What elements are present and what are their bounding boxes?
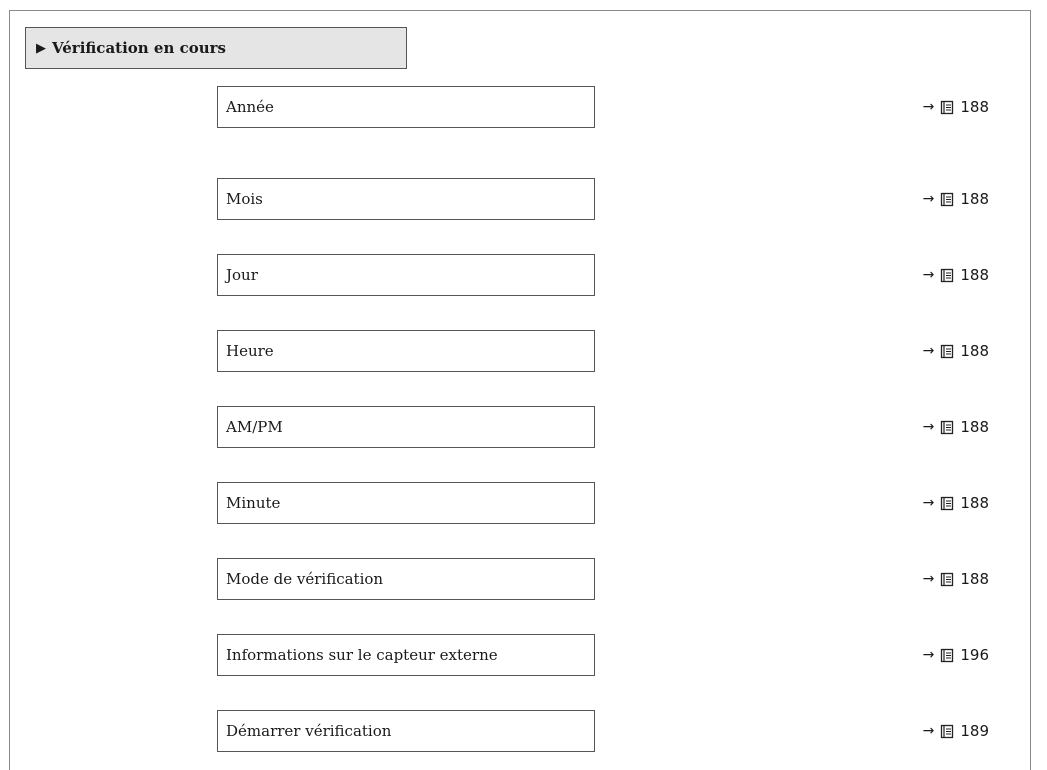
page-reference[interactable]: → 188 xyxy=(923,178,989,220)
book-icon xyxy=(940,648,954,663)
parameter-box[interactable]: AM/PM xyxy=(217,406,595,448)
parameter-box[interactable]: Informations sur le capteur externe xyxy=(217,634,595,676)
page-reference[interactable]: → 188 xyxy=(923,330,989,372)
parameter-row: Jour → 188 xyxy=(217,254,997,296)
page-number: 188 xyxy=(960,570,989,588)
parameter-row: Démarrer vérification → 189 xyxy=(217,710,997,752)
book-icon xyxy=(940,420,954,435)
arrow-icon: → xyxy=(922,571,935,587)
page-number: 189 xyxy=(960,722,989,740)
page-reference[interactable]: → 188 xyxy=(923,254,989,296)
arrow-icon: → xyxy=(922,343,935,359)
arrow-icon: → xyxy=(922,647,935,663)
arrow-icon: → xyxy=(922,495,935,511)
parameter-label: Minute xyxy=(226,494,281,512)
parameter-box[interactable]: Démarrer vérification xyxy=(217,710,595,752)
page-reference[interactable]: → 188 xyxy=(923,86,989,128)
page-number: 196 xyxy=(960,646,989,664)
parameter-label: Jour xyxy=(226,266,258,284)
book-icon xyxy=(940,724,954,739)
book-icon xyxy=(940,496,954,511)
arrow-icon: → xyxy=(922,191,935,207)
parameter-row: Mode de vérification → 188 xyxy=(217,558,997,600)
parameter-box[interactable]: Jour xyxy=(217,254,595,296)
parameter-label: Informations sur le capteur externe xyxy=(226,646,498,664)
parameter-label: Année xyxy=(226,98,274,116)
parameter-label: Démarrer vérification xyxy=(226,722,392,740)
arrow-icon: → xyxy=(922,99,935,115)
arrow-icon: → xyxy=(922,267,935,283)
parameter-row: Mois → 188 xyxy=(217,178,997,220)
page-reference[interactable]: → 189 xyxy=(923,710,989,752)
parameter-label: AM/PM xyxy=(226,418,283,436)
book-icon xyxy=(940,192,954,207)
parameter-row: AM/PM → 188 xyxy=(217,406,997,448)
submenu-title: Vérification en cours xyxy=(52,39,226,57)
book-icon xyxy=(940,344,954,359)
parameter-row: Année → 188 xyxy=(217,86,997,128)
page-number: 188 xyxy=(960,418,989,436)
book-icon xyxy=(940,268,954,283)
parameter-box[interactable]: Minute xyxy=(217,482,595,524)
page-reference[interactable]: → 188 xyxy=(923,482,989,524)
parameter-box[interactable]: Mois xyxy=(217,178,595,220)
parameter-box[interactable]: Heure xyxy=(217,330,595,372)
page-number: 188 xyxy=(960,266,989,284)
page-number: 188 xyxy=(960,494,989,512)
parameter-row: Minute → 188 xyxy=(217,482,997,524)
parameter-row: Informations sur le capteur externe → 19… xyxy=(217,634,997,676)
page-reference[interactable]: → 196 xyxy=(923,634,989,676)
book-icon xyxy=(940,100,954,115)
expand-triangle-icon: ▶ xyxy=(36,40,46,56)
parameter-row: Heure → 188 xyxy=(217,330,997,372)
book-icon xyxy=(940,572,954,587)
page-reference[interactable]: → 188 xyxy=(923,558,989,600)
parameter-box[interactable]: Année xyxy=(217,86,595,128)
arrow-icon: → xyxy=(922,419,935,435)
arrow-icon: → xyxy=(922,723,935,739)
parameter-label: Mois xyxy=(226,190,263,208)
parameter-label: Mode de vérification xyxy=(226,570,384,588)
parameter-label: Heure xyxy=(226,342,274,360)
submenu-header[interactable]: ▶ Vérification en cours xyxy=(25,27,407,69)
page-reference[interactable]: → 188 xyxy=(923,406,989,448)
parameter-box[interactable]: Mode de vérification xyxy=(217,558,595,600)
page-number: 188 xyxy=(960,98,989,116)
page-number: 188 xyxy=(960,342,989,360)
page-number: 188 xyxy=(960,190,989,208)
